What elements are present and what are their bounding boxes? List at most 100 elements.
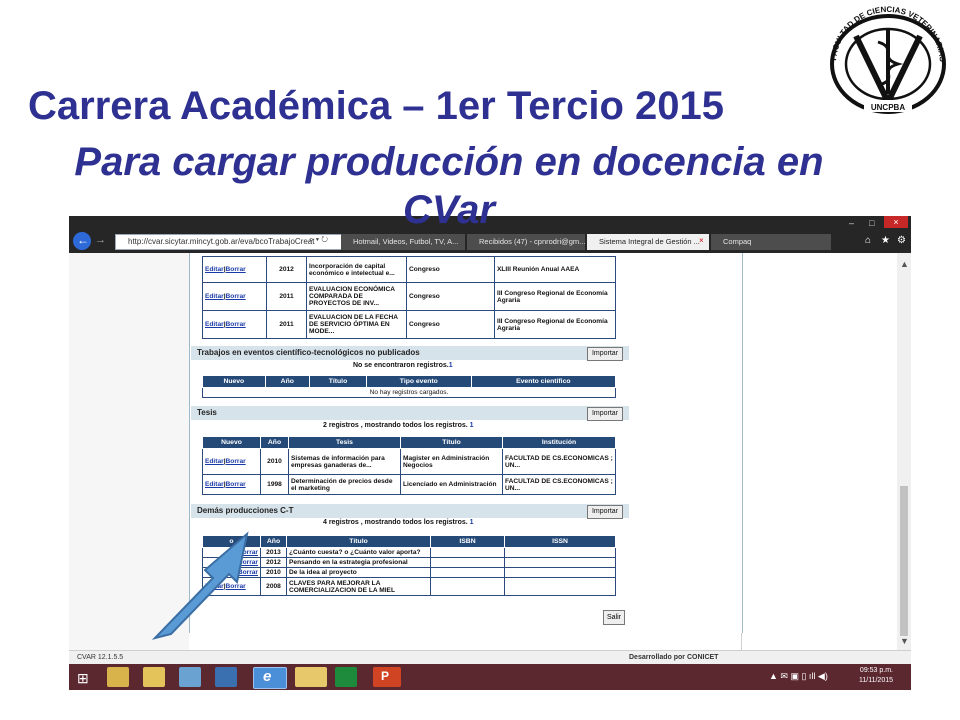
table-header-row: Nuevo Año Título Tipo evento Evento cien… xyxy=(202,375,617,388)
windows-start-icon[interactable]: ⊞ xyxy=(77,670,89,687)
logo-bottom-text: UNCPBA xyxy=(871,103,905,112)
clock[interactable]: 09:53 p.m. 11/11/2015 xyxy=(859,666,893,686)
store-icon[interactable] xyxy=(335,667,357,687)
clock-time: 09:53 p.m. xyxy=(859,667,893,674)
import-button[interactable]: Importar xyxy=(587,505,623,519)
records-count-text: 4 registros , mostrando todos los regist… xyxy=(323,519,468,526)
slide-subtitle: Para cargar producción en docencia en CV… xyxy=(74,140,824,232)
col-evento-cientifico[interactable]: Evento científico xyxy=(470,375,617,388)
tesis-cell: Determinación de precios desde el market… xyxy=(288,474,401,495)
close-window-button[interactable]: × xyxy=(884,216,908,228)
taskbar: ⊞ e P ▲ ✉ ▣ ▯ ıll ◀) 09:53 p.m. 11/11/20… xyxy=(69,664,911,690)
scrollbar-thumb[interactable] xyxy=(900,486,908,636)
file-explorer-icon[interactable] xyxy=(107,667,129,687)
scroll-up-icon[interactable]: ▲ xyxy=(900,259,909,269)
col-titulo[interactable]: Título xyxy=(400,436,503,449)
institution-cell: FACULTAD DE CS.ECONOMICAS ; UN... xyxy=(502,448,616,475)
section-header-no-publicados: Trabajos en eventos científico-tecnológi… xyxy=(191,346,629,360)
col-institucion[interactable]: Institución xyxy=(502,436,616,449)
row-actions: Editar|Borrar xyxy=(202,448,261,475)
title-cell: CLAVES PARA MEJORAR LA COMERCIALIZACION … xyxy=(286,577,431,596)
title-cell: EVALUACION DE LA FECHA DE SERVICIO ÓPTIM… xyxy=(306,310,407,339)
year-cell: 2011 xyxy=(266,310,307,339)
network-icon[interactable] xyxy=(215,667,237,687)
title-cell: ¿Cuánto cuesta? o ¿Cuánto valor aporta? xyxy=(286,547,431,558)
table-header-row: Nuevo Año Tesis Título Institución xyxy=(202,436,616,449)
tab-sistema-integral[interactable]: Sistema Integral de Gestión ... xyxy=(587,234,709,250)
page-number-link[interactable]: 1 xyxy=(470,422,474,429)
forward-icon[interactable]: → xyxy=(95,234,106,246)
import-button[interactable]: Importar xyxy=(587,407,623,421)
edit-link[interactable]: Editar xyxy=(205,481,224,488)
delete-link[interactable]: Borrar xyxy=(226,293,246,300)
status-bar: CVAR 12.1.5.5 Desarrollado por CONICET xyxy=(69,650,911,665)
empty-message: No hay registros cargados. xyxy=(202,387,616,398)
tesis-cell: Sistemas de información para empresas ga… xyxy=(288,448,401,475)
search-icon[interactable]: ⌕ ▾ ↻ xyxy=(309,235,328,245)
year-cell: 2010 xyxy=(260,448,289,475)
delete-link[interactable]: Borrar xyxy=(226,321,246,328)
col-tipo-evento[interactable]: Tipo evento xyxy=(366,375,472,388)
table-row: Editar|Borrar 2011 EVALUACION ECONÓMICA … xyxy=(202,282,616,311)
row-actions: Editar|Borrar xyxy=(202,282,267,311)
version-label: CVAR 12.1.5.5 xyxy=(77,654,124,661)
col-tesis[interactable]: Tesis xyxy=(288,436,401,449)
edit-link[interactable]: Editar xyxy=(205,266,224,273)
table-row: Editar|Borrar 1998 Determinación de prec… xyxy=(202,474,616,495)
slide-title: Carrera Académica – 1er Tercio 2015 xyxy=(28,84,724,128)
row-actions: Editar|Borrar xyxy=(202,310,267,339)
col-titulo[interactable]: Título xyxy=(308,375,368,388)
event-cell: XLIII Reunión Anual AAEA xyxy=(494,256,616,283)
col-isbn[interactable]: ISBN xyxy=(430,535,505,548)
edit-link[interactable]: Editar xyxy=(205,321,224,328)
records-count-text: No se encontraron registros. xyxy=(353,362,449,369)
issn-cell xyxy=(504,567,616,578)
import-button[interactable]: Importar xyxy=(587,347,623,361)
records-count: 2 registros , mostrando todos los regist… xyxy=(323,422,474,429)
delete-link[interactable]: Borrar xyxy=(226,481,246,488)
tab-hotmail[interactable]: Hotmail, Videos, Futbol, TV, A... xyxy=(341,234,465,250)
col-nuevo[interactable]: Nuevo xyxy=(202,436,261,449)
row-actions: Editar|Borrar xyxy=(202,474,261,495)
tab-compaq[interactable]: Compaq xyxy=(711,234,831,250)
edit-link[interactable]: Editar xyxy=(205,458,224,465)
close-tab-icon[interactable]: × xyxy=(699,236,704,245)
exit-button[interactable]: Salir xyxy=(603,610,625,625)
internet-explorer-icon[interactable]: e xyxy=(253,667,287,689)
edit-link[interactable]: Editar xyxy=(205,293,224,300)
system-tray-icons[interactable]: ▲ ✉ ▣ ▯ ıll ◀) xyxy=(769,671,828,682)
folder-icon[interactable] xyxy=(295,667,327,687)
col-anio[interactable]: Año xyxy=(264,375,310,388)
section-header-tesis: Tesis xyxy=(191,406,629,420)
powerpoint-icon[interactable]: P xyxy=(373,667,401,687)
control-panel-icon[interactable] xyxy=(179,667,201,687)
delete-link[interactable]: Borrar xyxy=(226,458,246,465)
back-button[interactable]: ← xyxy=(73,232,91,250)
col-issn[interactable]: ISSN xyxy=(504,535,616,548)
tesis-table: Nuevo Año Tesis Título Institución Edita… xyxy=(202,436,616,495)
home-icon[interactable]: ⌂ xyxy=(865,235,871,246)
records-count: 4 registros , mostrando todos los regist… xyxy=(323,519,474,526)
tab-gmail[interactable]: Recibidos (47) - cpnrodri@gm... xyxy=(467,234,585,250)
col-nuevo[interactable]: Nuevo xyxy=(202,375,266,388)
pointer-arrow-icon xyxy=(151,531,249,640)
title-cell: EVALUACION ECONÓMICA COMPARADA DE PROYEC… xyxy=(306,282,407,311)
maximize-button[interactable]: □ xyxy=(869,218,874,228)
issn-cell xyxy=(504,577,616,596)
documents-icon[interactable] xyxy=(143,667,165,687)
congress-table: Editar|Borrar 2012 Incorporación de capi… xyxy=(202,256,616,339)
favorites-icon[interactable]: ★ xyxy=(881,235,890,246)
delete-link[interactable]: Borrar xyxy=(226,266,246,273)
records-count: No se encontraron registros.1 xyxy=(353,362,453,369)
col-titulo[interactable]: Título xyxy=(286,535,431,548)
year-cell: 2011 xyxy=(266,282,307,311)
table-row: Editar|Borrar 2010 Sistemas de informaci… xyxy=(202,448,616,475)
row-actions: Editar|Borrar xyxy=(202,256,267,283)
developed-by-label: Desarrollado por CONICET xyxy=(629,654,719,661)
col-anio[interactable]: Año xyxy=(260,436,289,449)
gear-icon[interactable]: ⚙ xyxy=(897,235,906,246)
scroll-down-icon[interactable]: ▼ xyxy=(900,636,909,646)
page-number-link[interactable]: 1 xyxy=(470,519,474,526)
page-number-link[interactable]: 1 xyxy=(449,362,453,369)
issn-cell xyxy=(504,557,616,568)
